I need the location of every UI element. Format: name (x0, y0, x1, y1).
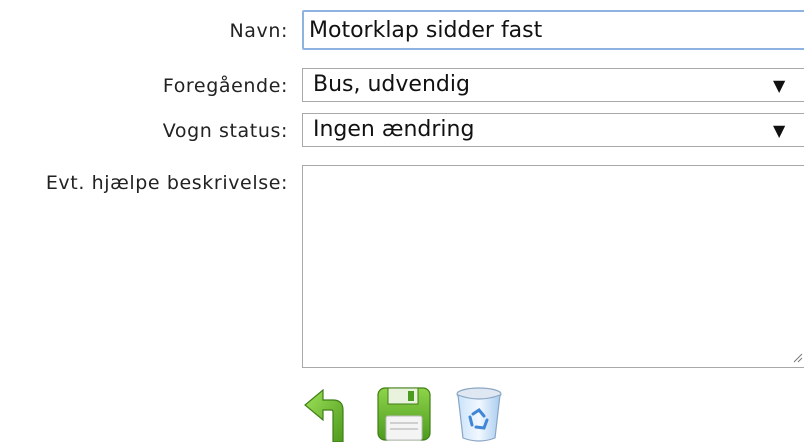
name-input[interactable] (302, 10, 804, 50)
status-select-value: Ingen ændring (313, 117, 475, 142)
previous-select-value: Bus, udvendig (313, 72, 470, 97)
resize-grip-icon[interactable] (791, 351, 803, 363)
save-disk-icon[interactable] (376, 386, 432, 442)
status-label: Vogn status: (162, 120, 288, 142)
dropdown-arrow-icon: ▼ (773, 121, 786, 140)
recycle-bin-icon[interactable] (451, 386, 507, 442)
previous-label: Foregående: (162, 75, 288, 97)
help-textarea[interactable] (302, 165, 804, 368)
previous-select[interactable]: Bus, udvendig ▼ (302, 68, 804, 102)
status-select[interactable]: Ingen ændring ▼ (302, 113, 804, 147)
name-label: Navn: (229, 20, 288, 42)
help-label: Evt. hjælpe beskrivelse: (45, 172, 288, 194)
back-arrow-icon[interactable] (303, 386, 359, 442)
dropdown-arrow-icon: ▼ (773, 76, 786, 95)
